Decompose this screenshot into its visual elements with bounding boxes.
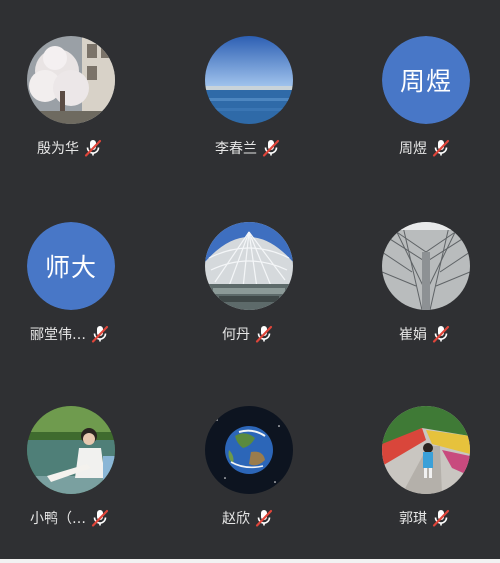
participant-caption: 小鸭（… [5,506,135,530]
child-flowers-photo [382,406,470,494]
participant-tile[interactable]: 崔娟 [360,222,490,362]
mic-muted-icon [261,138,281,158]
participant-name: 小鸭（… [30,511,86,527]
participant-tile[interactable]: 郭琪 [360,406,490,546]
participant-avatar-photo [382,222,470,310]
participant-grid: 殷为华 李春兰 周煜 周煜 师大 郦堂伟… 何丹 崔娟 小鸭（… 赵欣 郭琪 [0,0,500,563]
steel-structure-photo [382,222,470,310]
mic-muted-icon [90,508,110,528]
mic-muted-icon [90,324,110,344]
mic-muted-icon [254,508,274,528]
participant-avatar-photo [27,36,115,124]
avatar-initials-text: 周煜 [382,36,470,124]
participant-caption: 郭琪 [360,506,490,530]
mic-muted-icon [431,324,451,344]
person-lake-photo [27,406,115,494]
participant-avatar-photo [382,406,470,494]
participant-caption: 周煜 [360,136,490,160]
participant-tile[interactable]: 小鸭（… [5,406,135,546]
participant-name: 赵欣 [222,511,250,527]
participant-tile[interactable]: 师大 郦堂伟… [5,222,135,362]
participant-caption: 殷为华 [5,136,135,160]
mic-muted-icon [83,138,103,158]
participant-avatar-photo [205,222,293,310]
participant-name: 周煜 [399,141,427,157]
participant-caption: 郦堂伟… [5,322,135,346]
participant-name: 郭琪 [399,511,427,527]
participant-name: 殷为华 [37,141,79,157]
participant-name: 崔娟 [399,327,427,343]
participant-tile[interactable]: 赵欣 [183,406,313,546]
participant-avatar-photo [205,406,293,494]
participant-tile[interactable]: 李春兰 [183,36,313,176]
mic-muted-icon [431,508,451,528]
participant-avatar-photo [27,406,115,494]
avatar-initials-text: 师大 [27,222,115,310]
participant-caption: 赵欣 [183,506,313,530]
participant-tile[interactable]: 周煜 周煜 [360,36,490,176]
participant-name: 何丹 [222,327,250,343]
participant-tile[interactable]: 何丹 [183,222,313,362]
participant-name: 李春兰 [215,141,257,157]
participant-avatar-initials: 师大 [27,222,115,310]
participant-name: 郦堂伟… [30,327,86,343]
video-call-participant-grid: 殷为华 李春兰 周煜 周煜 师大 郦堂伟… 何丹 崔娟 小鸭（… 赵欣 郭琪 [0,0,500,563]
glass-roof-photo [205,222,293,310]
mic-muted-icon [431,138,451,158]
tree-blossom-photo [27,36,115,124]
mic-muted-icon [254,324,274,344]
participant-tile[interactable]: 殷为华 [5,36,135,176]
participant-caption: 崔娟 [360,322,490,346]
participant-caption: 李春兰 [183,136,313,160]
participant-avatar-initials: 周煜 [382,36,470,124]
participant-caption: 何丹 [183,322,313,346]
earth-photo [205,406,293,494]
participant-avatar-photo [205,36,293,124]
sea-horizon-photo [205,36,293,124]
